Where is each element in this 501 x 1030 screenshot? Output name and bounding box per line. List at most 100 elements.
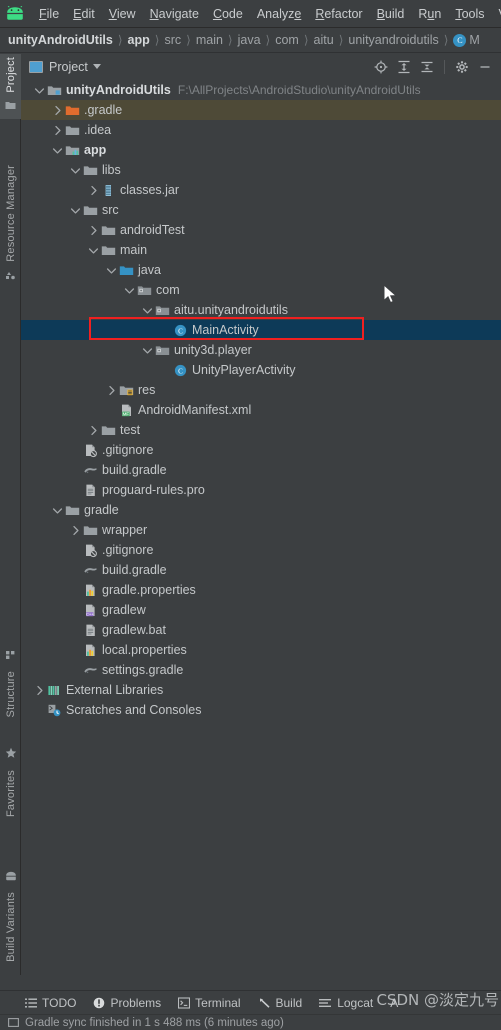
tree-row[interactable]: classes.jar	[21, 180, 501, 200]
menu-item-refactor[interactable]: Refactor	[308, 4, 369, 24]
breadcrumb-item-app[interactable]: app	[128, 33, 150, 47]
tree-row-icon	[154, 342, 170, 358]
tree-row[interactable]: .gitignore	[21, 540, 501, 560]
bottom-item-todo[interactable]: TODO	[25, 996, 76, 1010]
chevron-down-icon[interactable]	[87, 245, 100, 256]
bottom-item-logcat[interactable]: Logcat	[319, 996, 373, 1010]
expand-all-icon[interactable]	[394, 57, 414, 77]
chevron-down-icon[interactable]	[105, 265, 118, 276]
project-tree[interactable]: unityAndroidUtils F:\AllProjects\AndroidS…	[21, 79, 501, 975]
chevron-down-icon[interactable]	[141, 345, 154, 356]
breadcrumb-item-main[interactable]: main	[196, 33, 223, 47]
tree-row[interactable]: build.gradle	[21, 460, 501, 480]
tree-row[interactable]: local.properties	[21, 640, 501, 660]
tree-row[interactable]: test	[21, 420, 501, 440]
chevron-down-icon[interactable]	[123, 285, 136, 296]
tree-row-label: proguard-rules.pro	[102, 483, 205, 497]
chevron-right-icon[interactable]	[51, 125, 64, 136]
tree-row[interactable]: settings.gradle	[21, 660, 501, 680]
tree-row-label: gradle	[84, 503, 119, 517]
tree-row[interactable]: java	[21, 260, 501, 280]
tree-row-label: gradlew	[102, 603, 146, 617]
chevron-down-icon[interactable]	[92, 64, 101, 69]
scratches-icon	[48, 704, 60, 716]
breadcrumb-item-aitu[interactable]: aitu	[314, 33, 334, 47]
tree-row[interactable]: unity3d.player	[21, 340, 501, 360]
tree-row[interactable]: aitu.unityandroidutils	[21, 300, 501, 320]
sidebar-item-build-variants[interactable]: Build Variants	[0, 866, 21, 965]
tree-row[interactable]: C UnityPlayerActivity	[21, 360, 501, 380]
minimize-icon[interactable]	[475, 57, 495, 77]
tree-row[interactable]: Scratches and Consoles	[21, 700, 501, 720]
chevron-right-icon[interactable]	[69, 525, 82, 536]
sidebar-item-structure[interactable]: Structure	[0, 645, 21, 720]
chevron-down-icon[interactable]	[141, 305, 154, 316]
locate-icon[interactable]	[371, 57, 391, 77]
chevron-right-icon[interactable]	[51, 105, 64, 116]
bottom-item-app-inspection[interactable]: A	[390, 996, 398, 1010]
chevron-right-icon[interactable]	[87, 425, 100, 436]
tree-row[interactable]: com	[21, 280, 501, 300]
tree-row[interactable]: libs	[21, 160, 501, 180]
tree-row-label: unity3d.player	[174, 343, 252, 357]
tree-row[interactable]: wrapper	[21, 520, 501, 540]
menu-item-edit[interactable]: Edit	[66, 4, 102, 24]
breadcrumb-separator: ⟩	[338, 33, 344, 47]
tree-row[interactable]: build.gradle	[21, 560, 501, 580]
bottom-item-terminal[interactable]: Terminal	[178, 996, 241, 1010]
tree-row[interactable]: .idea	[21, 120, 501, 140]
menu-item-file[interactable]: File	[32, 4, 66, 24]
tree-row-icon	[100, 422, 116, 438]
gear-icon[interactable]	[452, 57, 472, 77]
tree-row[interactable]: .gradle	[21, 100, 501, 120]
panel-title[interactable]: Project	[49, 60, 88, 74]
tree-row[interactable]: MF AndroidManifest.xml	[21, 400, 501, 420]
tree-row[interactable]: unityAndroidUtils F:\AllProjects\AndroidS…	[21, 80, 501, 100]
chevron-right-icon[interactable]	[33, 685, 46, 696]
menu-item-analyze[interactable]: Analyze	[250, 4, 308, 24]
menu-item-code[interactable]: Code	[206, 4, 250, 24]
tree-row[interactable]: gradle.properties	[21, 580, 501, 600]
menu-item-tools[interactable]: Tools	[448, 4, 491, 24]
chevron-down-icon[interactable]	[51, 505, 64, 516]
chevron-down-icon[interactable]	[33, 85, 46, 96]
sidebar-item-project[interactable]: Project	[0, 54, 21, 119]
chevron-right-icon[interactable]	[87, 225, 100, 236]
bottom-item-build[interactable]: Build	[258, 996, 302, 1010]
tree-row[interactable]: src	[21, 200, 501, 220]
menu-item-run[interactable]: Run	[411, 4, 448, 24]
breadcrumb-item-com[interactable]: com	[275, 33, 299, 47]
breadcrumb-class-label[interactable]: M	[469, 33, 479, 47]
bottom-item-problems[interactable]: Problems	[93, 996, 161, 1010]
breadcrumb-item-unityandroidutils[interactable]: unityandroidutils	[348, 33, 438, 47]
chevron-right-icon[interactable]	[105, 385, 118, 396]
sidebar-item-favorites[interactable]: Favorites	[0, 744, 21, 820]
chevron-down-icon[interactable]	[51, 145, 64, 156]
chevron-right-icon[interactable]	[87, 185, 100, 196]
menu-item-build[interactable]: Build	[370, 4, 412, 24]
collapse-all-icon[interactable]	[417, 57, 437, 77]
tree-row[interactable]: main	[21, 240, 501, 260]
menu-item-view[interactable]: View	[102, 4, 143, 24]
chevron-down-icon[interactable]	[69, 205, 82, 216]
chevron-down-icon[interactable]	[69, 165, 82, 176]
sidebar-item-resource-manager[interactable]: Resource Manager	[0, 162, 21, 288]
breadcrumb-item-unityandroidutils[interactable]: unityAndroidUtils	[8, 33, 113, 47]
menu-item-navigate[interactable]: Navigate	[143, 4, 206, 24]
tree-row[interactable]: app	[21, 140, 501, 160]
tree-row[interactable]: gradle	[21, 500, 501, 520]
tree-row[interactable]: gradlew.bat	[21, 620, 501, 640]
tree-row[interactable]: .gitignore	[21, 440, 501, 460]
tree-row[interactable]: proguard-rules.pro	[21, 480, 501, 500]
breadcrumb-item-src[interactable]: src	[164, 33, 181, 47]
tree-row[interactable]: C++ gradlew	[21, 600, 501, 620]
menu-item-vc[interactable]: VC	[492, 4, 501, 24]
tree-row[interactable]: External Libraries	[21, 680, 501, 700]
tree-row[interactable]: androidTest	[21, 220, 501, 240]
tree-row[interactable]: C MainActivity	[21, 320, 501, 340]
breadcrumb-item-java[interactable]: java	[238, 33, 261, 47]
tree-row[interactable]: res	[21, 380, 501, 400]
package-icon	[137, 285, 151, 295]
tree-row-label: AndroidManifest.xml	[138, 403, 252, 417]
left-tool-strip: Project Resource Manager Structure Favor…	[0, 54, 21, 975]
